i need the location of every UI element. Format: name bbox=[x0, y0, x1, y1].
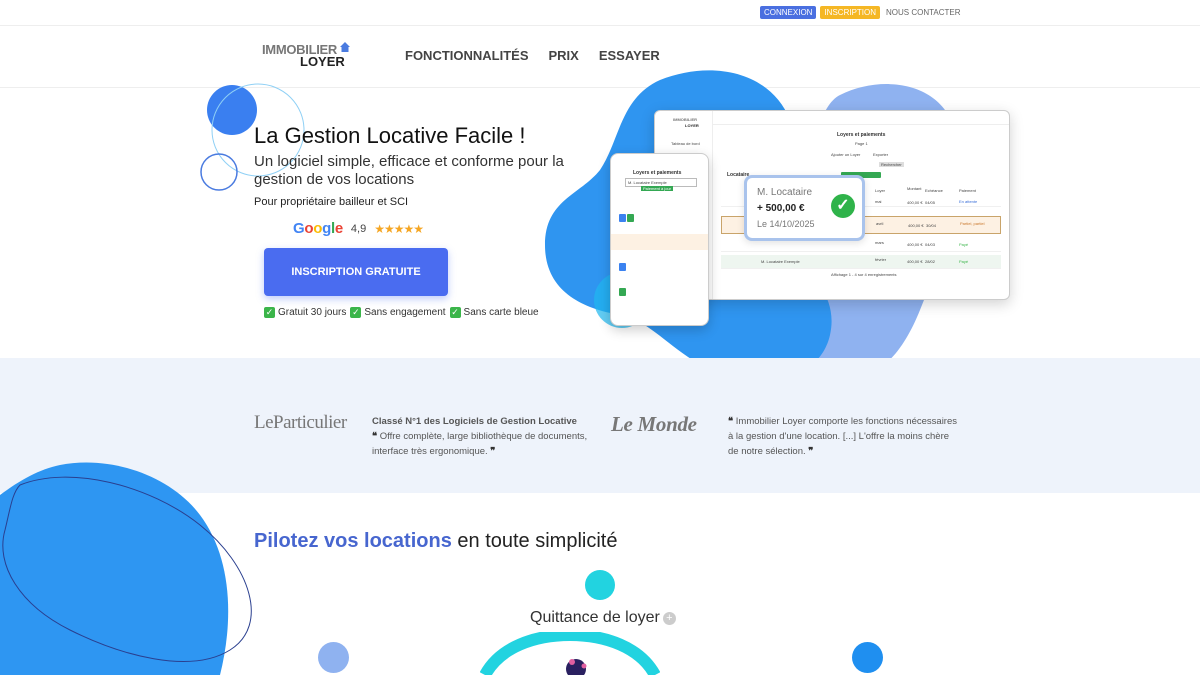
google-rating: Google 4,9 ★★★★★ bbox=[293, 220, 424, 237]
payment-notification-card: M. Locataire + 500,00 € Le 14/10/2025 ✓ bbox=[744, 175, 865, 241]
top-utility-bar: CONNEXION INSCRIPTION NOUS CONTACTER bbox=[0, 0, 1200, 26]
connexion-button[interactable]: CONNEXION bbox=[760, 6, 817, 19]
phone-button: Paiement à jour bbox=[641, 186, 674, 191]
mockup-logo-1: IMMOBILIER bbox=[673, 117, 697, 122]
mockup-add-rent: Ajouter un Loyer bbox=[831, 152, 861, 157]
mockup-export: Exporter bbox=[873, 152, 889, 157]
signup-cta-button[interactable]: INSCRIPTION GRATUITE bbox=[264, 248, 448, 296]
contact-link[interactable]: NOUS CONTACTER bbox=[884, 6, 963, 19]
hero-perks: ✓ Gratuit 30 jours ✓ Sans engagement ✓ Sans… bbox=[264, 307, 539, 318]
phone-app-mockup: Loyers et paiements M. Locataire Exemple… bbox=[610, 153, 709, 326]
section-title: Pilotez vos locations en toute simplicit… bbox=[254, 530, 617, 553]
perk-item: ✓ Gratuit 30 jours bbox=[264, 307, 347, 318]
mockup-col-montant: Montant bbox=[907, 186, 922, 191]
feature-dot bbox=[318, 642, 349, 673]
hero-title: La Gestion Locative Facile ! bbox=[254, 123, 526, 148]
press-quote-2-body: Immobilier Loyer comporte les fonctions … bbox=[728, 416, 957, 457]
phone-row-icon bbox=[619, 263, 626, 271]
hero-subtitle: Un logiciel simple, efficace et conforme… bbox=[254, 153, 564, 188]
le-particulier-logo: LeParticulier bbox=[254, 412, 347, 433]
account-links: CONNEXION INSCRIPTION NOUS CONTACTER bbox=[760, 6, 963, 19]
le-monde-logo: Le Monde bbox=[611, 412, 697, 436]
perk-item: ✓ Sans engagement bbox=[350, 307, 446, 318]
check-icon: ✓ bbox=[350, 307, 362, 318]
perk-item: ✓ Sans carte bleue bbox=[449, 307, 539, 318]
star-rating-icon: ★★★★★ bbox=[374, 221, 424, 236]
section-title-rest: en toute simplicité bbox=[457, 530, 618, 552]
mockup-nav-dashboard: Tableau de bord bbox=[671, 141, 700, 146]
feature-dot bbox=[852, 642, 883, 673]
mockup-search: Rechercher bbox=[879, 162, 904, 167]
payment-tenant-name: M. Locataire bbox=[757, 187, 813, 198]
feature-illustration bbox=[480, 632, 660, 675]
logo-line-2: LOYER bbox=[300, 54, 345, 69]
mockup-col-loyer: Loyer bbox=[875, 188, 886, 193]
feature-dot bbox=[585, 570, 615, 600]
mockup-page: Page 1 bbox=[855, 141, 868, 146]
check-icon: ✓ bbox=[449, 307, 461, 318]
quote-close-icon: ❞ bbox=[805, 446, 814, 457]
press-quote-2: ❝ Immobilier Loyer comporte les fonction… bbox=[728, 414, 958, 459]
inscription-button[interactable]: INSCRIPTION bbox=[820, 6, 881, 19]
feature-quittance[interactable]: Quittance de loyer + bbox=[530, 609, 676, 627]
press-quote-1: Classé N°1 des Logiciels de Gestion Loca… bbox=[372, 414, 597, 459]
phone-title: Loyers et paiements bbox=[633, 170, 682, 176]
plus-circle-icon: + bbox=[662, 612, 676, 625]
google-logo: Google bbox=[293, 220, 343, 237]
check-circle-icon: ✓ bbox=[831, 194, 855, 218]
check-icon: ✓ bbox=[264, 307, 275, 318]
site-logo[interactable]: IMMOBILIER LOYER bbox=[262, 42, 352, 69]
mockup-topbar bbox=[713, 111, 1009, 125]
phone-row-icon bbox=[619, 288, 626, 296]
payment-date: Le 14/10/2025 bbox=[757, 219, 815, 229]
quote-open-icon: ❝ bbox=[728, 416, 736, 427]
mockup-col-echeance: Echéance bbox=[925, 188, 943, 193]
table-row: M. Locataire Exemple février 400,00 € 28… bbox=[721, 255, 1001, 269]
section-title-accent: Pilotez vos locations bbox=[254, 530, 452, 552]
mockup-title: Loyers et paiements bbox=[837, 132, 886, 138]
press-quote-1-head: Classé N°1 des Logiciels de Gestion Loca… bbox=[372, 416, 577, 427]
phone-row-icon bbox=[619, 214, 626, 222]
house-icon bbox=[340, 42, 350, 52]
quote-open-icon: ❝ bbox=[372, 431, 380, 442]
nav-fonctionnalites[interactable]: FONCTIONNALITÉS bbox=[405, 48, 529, 63]
phone-row-icon bbox=[627, 214, 634, 222]
mockup-logo-2: LOYER bbox=[685, 123, 699, 128]
mockup-col-paiement: Paiement bbox=[959, 188, 976, 193]
hero-audience: Pour propriétaire bailleur et SCI bbox=[254, 196, 409, 208]
rating-value: 4,9 bbox=[350, 222, 367, 235]
section-blob-shape bbox=[0, 462, 252, 675]
press-quote-1-body: Offre complète, large bibliothèque de do… bbox=[372, 431, 588, 457]
payment-amount: + 500,00 € bbox=[757, 203, 805, 214]
quote-close-icon: ❞ bbox=[487, 446, 496, 457]
mockup-footer: Affichage 1 - 4 sur 4 enregistrements bbox=[831, 272, 897, 277]
phone-highlight-row bbox=[611, 234, 708, 250]
